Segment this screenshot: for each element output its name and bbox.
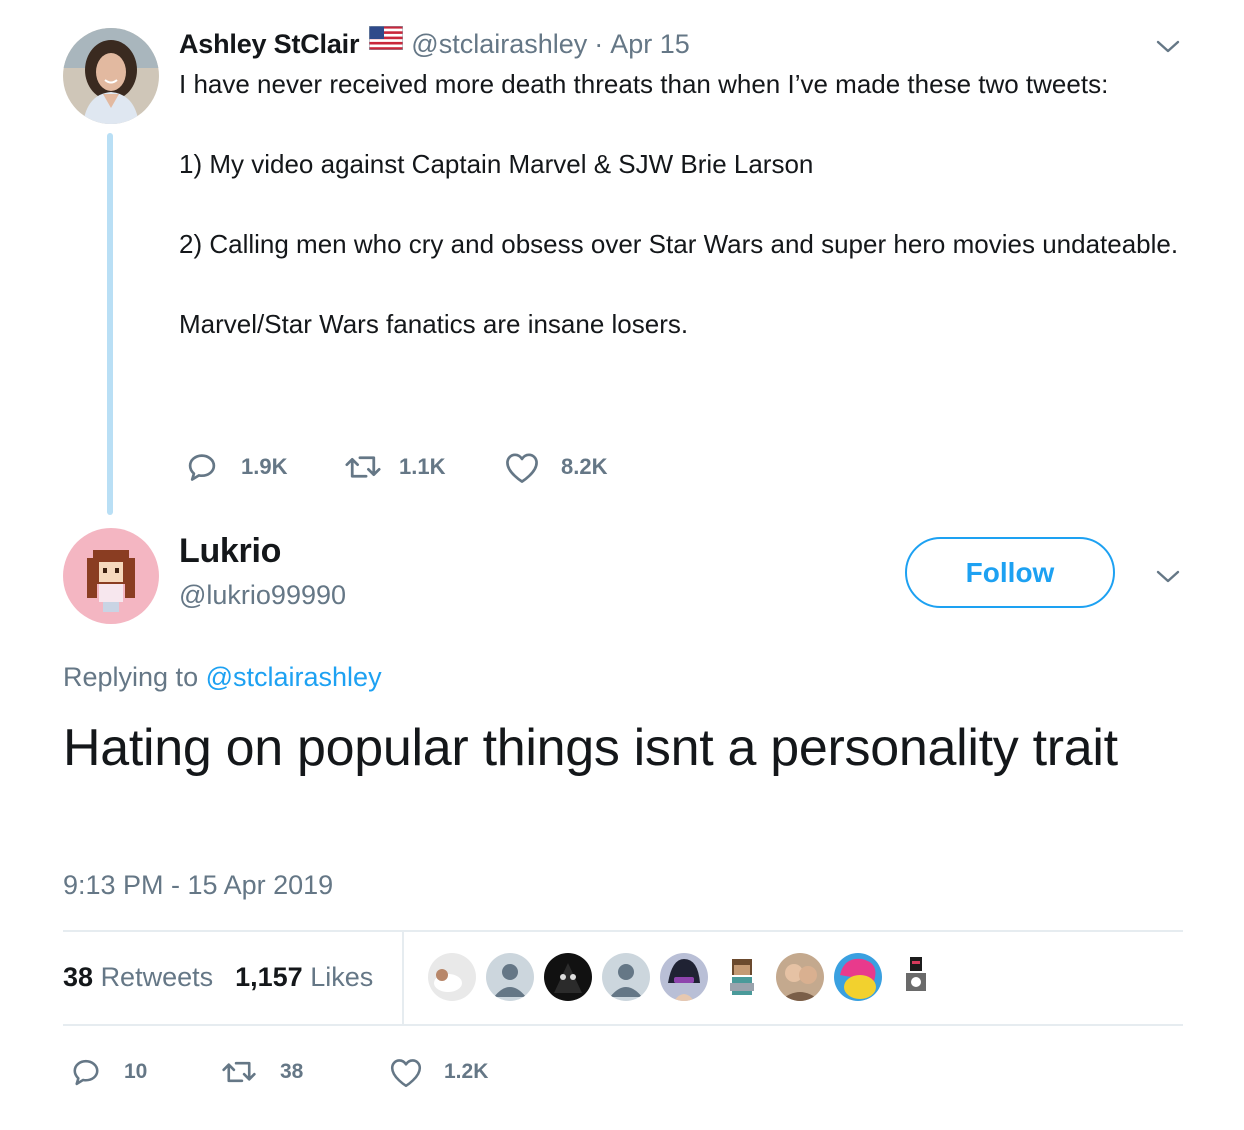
likes-label: Likes [310,962,374,992]
main-avatar[interactable] [63,528,159,624]
tweet-paragraph: I have never received more death threats… [179,69,1109,99]
thread-connector-line [107,133,113,515]
retweets-label: Retweets [100,962,214,992]
replying-prefix: Replying to [63,662,199,692]
replying-to: Replying to @stclairashley [63,662,382,693]
tweet-timestamp[interactable]: 9:13 PM - 15 Apr 2019 [63,870,333,901]
main-tweet-text: Hating on popular things isnt a personal… [63,719,1118,777]
main-display-name[interactable]: Lukrio [179,532,281,571]
main-handle[interactable]: @lukrio99990 [179,580,346,611]
tweet-paragraph: Marvel/Star Wars fanatics are insane los… [179,309,689,339]
parent-tweet-actions: 1.9K 1.1K 8.2K [183,448,607,486]
parent-avatar[interactable] [63,28,159,124]
reply-count: 10 [124,1060,148,1083]
reply-icon [68,1054,104,1090]
likes-count: 1,157 [235,962,303,992]
tweet-paragraph: 1) My video against Captain Marvel & SJW… [179,149,814,179]
divider [63,930,1183,932]
like-count: 1.2K [444,1060,489,1083]
retweets-count: 38 [63,962,94,992]
heart-icon [503,449,541,485]
liker-avatar[interactable] [486,953,534,1001]
retweet-icon [343,448,383,486]
liker-avatar[interactable] [892,953,940,1001]
retweet-icon [220,1054,258,1090]
like-button[interactable]: 1.2K [388,1055,488,1089]
reply-icon [183,448,221,486]
retweet-count: 1.1K [399,454,446,479]
like-button[interactable]: 8.2K [503,449,607,485]
main-tweet-actions: 10 38 1.2K [68,1054,488,1090]
liker-avatar[interactable] [834,953,882,1001]
reply-count: 1.9K [241,454,288,479]
retweet-count: 38 [280,1060,304,1083]
liker-avatars [428,953,950,1001]
retweet-button[interactable]: 1.1K [343,448,503,486]
retweets-stat[interactable]: 38 Retweets [63,962,213,993]
parent-handle[interactable]: @stclairashley [411,29,587,60]
divider [63,1024,1183,1026]
like-count: 8.2K [561,454,608,479]
parent-display-name[interactable]: Ashley StClair [179,29,359,60]
replying-handle-link[interactable]: @stclairashley [206,662,382,692]
reply-button[interactable]: 1.9K [183,448,343,486]
tweet-paragraph: 2) Calling men who cry and obsess over S… [179,229,1179,259]
liker-avatar[interactable] [776,953,824,1001]
us-flag-icon [368,25,404,57]
retweet-button[interactable]: 38 [220,1054,388,1090]
likes-stat[interactable]: 1,157 Likes [235,962,373,993]
liker-avatar[interactable] [660,953,708,1001]
heart-icon [388,1055,424,1089]
stats-divider [402,931,404,1025]
liker-avatar[interactable] [428,953,476,1001]
follow-button[interactable]: Follow [905,537,1115,608]
liker-avatar[interactable] [544,953,592,1001]
chevron-down-icon[interactable] [1154,562,1182,590]
tweet-stats: 38 Retweets 1,157 Likes [63,962,395,993]
liker-avatar[interactable] [602,953,650,1001]
chevron-down-icon[interactable] [1154,32,1182,60]
liker-avatar[interactable] [718,953,766,1001]
parent-date[interactable]: Apr 15 [610,29,690,60]
parent-tweet-header: Ashley StClair @stclairashley · Apr 15 [179,25,690,62]
header-separator: · [594,28,604,59]
parent-tweet-text: I have never received more death threats… [179,64,1179,344]
reply-button[interactable]: 10 [68,1054,220,1090]
